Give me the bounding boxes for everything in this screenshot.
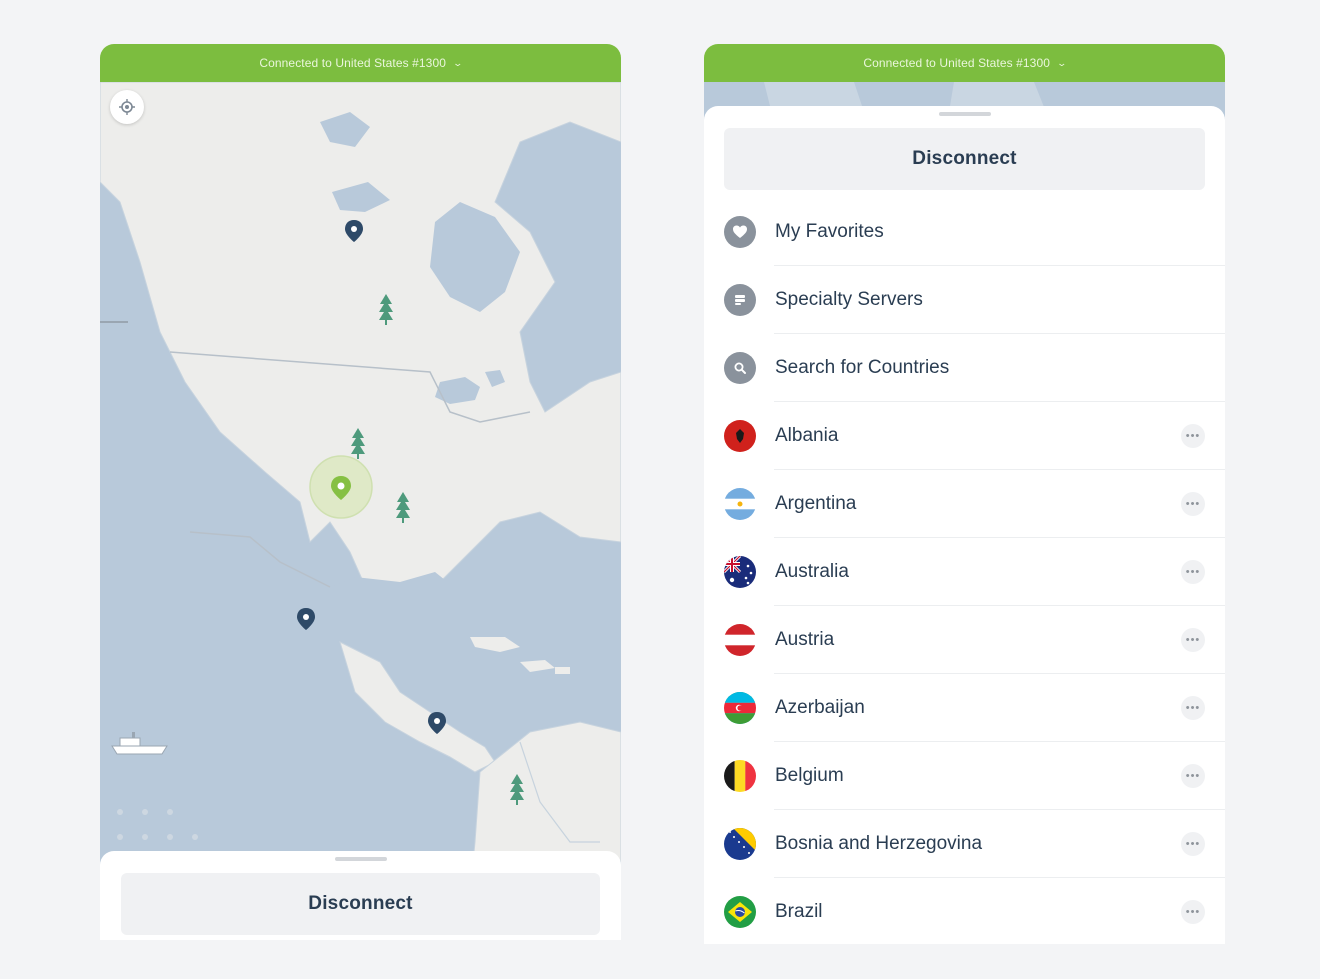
country-name: Argentina: [775, 493, 857, 514]
list-item-my-favorites[interactable]: My Favorites: [704, 198, 1225, 266]
heart-icon: [724, 216, 756, 248]
flag-austria-icon: [724, 624, 756, 656]
connection-status-text: Connected to United States #1300: [863, 56, 1050, 70]
target-icon: [119, 99, 135, 115]
world-map[interactable]: [100, 82, 621, 894]
country-row-azerbaijan[interactable]: Azerbaijan •••: [704, 674, 1225, 742]
flag-argentina-icon: [724, 488, 756, 520]
search-icon: [724, 352, 756, 384]
country-row-bosnia[interactable]: Bosnia and Herzegovina •••: [704, 810, 1225, 878]
country-name: Albania: [775, 425, 839, 446]
flag-belgium-icon: [724, 760, 756, 792]
more-options-button[interactable]: •••: [1181, 696, 1205, 720]
country-row-belgium[interactable]: Belgium •••: [704, 742, 1225, 810]
more-options-button[interactable]: •••: [1181, 628, 1205, 652]
country-name: Brazil: [775, 901, 823, 922]
flag-bosnia-icon: [724, 828, 756, 860]
chevron-down-icon: ⌄: [452, 57, 464, 68]
map-settings-button[interactable]: [110, 90, 144, 124]
list-item-label: My Favorites: [775, 221, 884, 242]
flag-brazil-icon: [724, 896, 756, 928]
country-name: Bosnia and Herzegovina: [775, 833, 983, 854]
list-item-specialty-servers[interactable]: Specialty Servers: [704, 266, 1225, 334]
country-name: Belgium: [775, 765, 844, 786]
more-options-button[interactable]: •••: [1181, 900, 1205, 924]
country-name: Austria: [775, 629, 835, 650]
more-options-button[interactable]: •••: [1181, 560, 1205, 584]
country-row-brazil[interactable]: Brazil •••: [704, 878, 1225, 944]
more-options-button[interactable]: •••: [1181, 764, 1205, 788]
country-list-screen: Connected to United States #1300 ⌄ Disco…: [704, 44, 1225, 944]
disconnect-button[interactable]: Disconnect: [121, 873, 600, 935]
bottom-sheet[interactable]: Disconnect: [100, 851, 621, 940]
flag-azerbaijan-icon: [724, 692, 756, 724]
more-options-button[interactable]: •••: [1181, 492, 1205, 516]
country-row-australia[interactable]: Australia •••: [704, 538, 1225, 606]
drag-handle[interactable]: [938, 112, 991, 116]
drag-handle[interactable]: [334, 857, 387, 861]
disconnect-button[interactable]: Disconnect: [724, 128, 1205, 190]
map-screen: Connected to United States #1300 ⌄ Disco…: [100, 44, 621, 940]
server-list: My Favorites Specialty Servers Search fo…: [704, 198, 1225, 944]
country-name: Azerbaijan: [775, 697, 865, 718]
more-options-button[interactable]: •••: [1181, 832, 1205, 856]
server-icon: [724, 284, 756, 316]
country-row-argentina[interactable]: Argentina •••: [704, 470, 1225, 538]
chevron-down-icon: ⌄: [1056, 57, 1068, 68]
country-row-albania[interactable]: Albania •••: [704, 402, 1225, 470]
connection-status-bar[interactable]: Connected to United States #1300 ⌄: [100, 44, 621, 82]
connection-status-text: Connected to United States #1300: [259, 56, 446, 70]
more-options-button[interactable]: •••: [1181, 424, 1205, 448]
server-list-sheet: Disconnect My Favorites Specialty Server…: [704, 106, 1225, 944]
country-name: Australia: [775, 561, 849, 582]
list-item-label: Specialty Servers: [775, 289, 923, 310]
connected-location-pin-icon: [309, 455, 373, 519]
connection-status-bar[interactable]: Connected to United States #1300 ⌄: [704, 44, 1225, 82]
list-item-search-countries[interactable]: Search for Countries: [704, 334, 1225, 402]
flag-albania-icon: [724, 420, 756, 452]
country-row-austria[interactable]: Austria •••: [704, 606, 1225, 674]
list-item-label: Search for Countries: [775, 357, 950, 378]
flag-australia-icon: [724, 556, 756, 588]
